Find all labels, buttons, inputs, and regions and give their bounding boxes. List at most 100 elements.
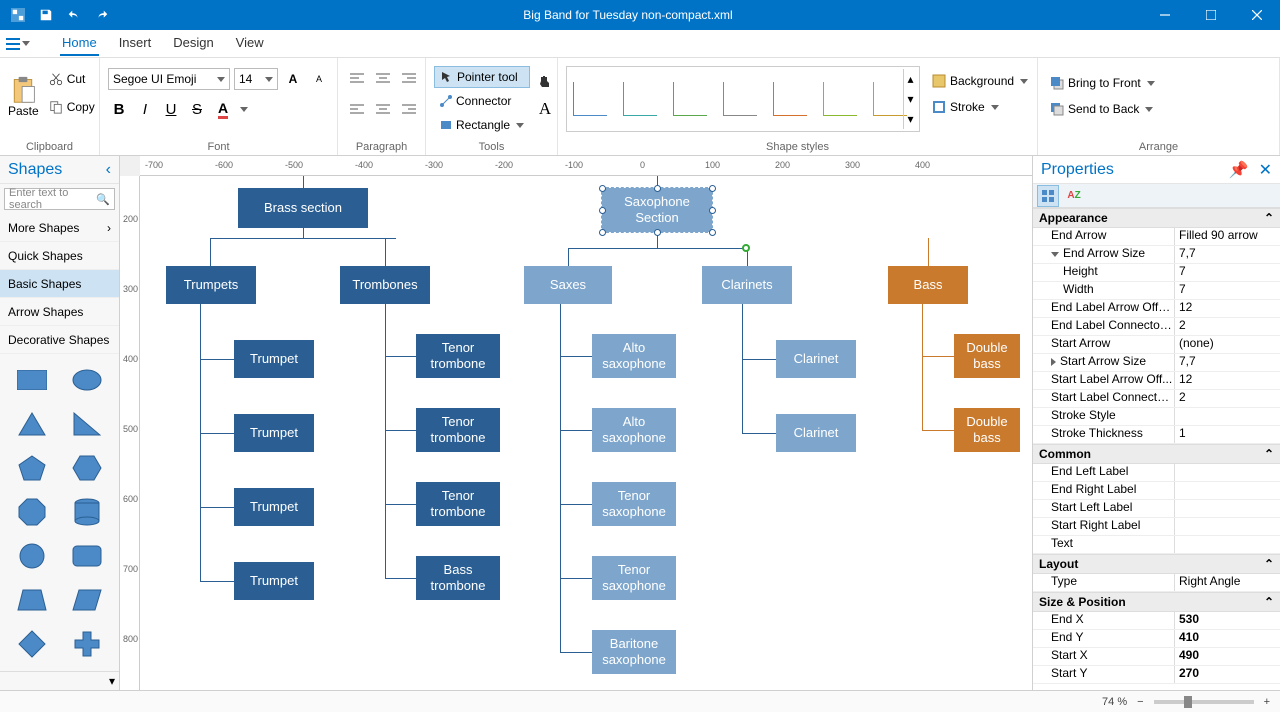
- property-row[interactable]: End X530: [1033, 612, 1280, 630]
- copy-button[interactable]: Copy: [45, 96, 99, 118]
- selection-handle[interactable]: [654, 229, 661, 236]
- canvas-area[interactable]: -700-600-500-400-300-200-100010020030040…: [120, 156, 1032, 690]
- diagram-node-tr1[interactable]: Trumpet: [234, 340, 314, 378]
- categorized-view-icon[interactable]: [1037, 185, 1059, 207]
- grow-font-icon[interactable]: A: [282, 68, 304, 90]
- gallery-more-icon[interactable]: ▾: [904, 109, 917, 129]
- close-button[interactable]: [1234, 0, 1280, 30]
- shapes-more-icon[interactable]: ▾: [0, 671, 119, 690]
- diagram-canvas[interactable]: Brass section Saxophone Section Trumpets Tr…: [140, 176, 1032, 690]
- minimize-button[interactable]: [1142, 0, 1188, 30]
- shape-category[interactable]: More Shapes›: [0, 214, 119, 242]
- shape-hexagon[interactable]: [66, 452, 110, 484]
- selection-handle[interactable]: [599, 185, 606, 192]
- align-top-center-icon[interactable]: [372, 68, 394, 90]
- shape-category[interactable]: Decorative Shapes: [0, 326, 119, 354]
- stroke-button[interactable]: Stroke: [928, 96, 1032, 118]
- selection-handle[interactable]: [654, 185, 661, 192]
- alphabetical-view-icon[interactable]: AZ: [1063, 185, 1085, 207]
- cut-button[interactable]: Cut: [45, 68, 99, 90]
- align-center-icon[interactable]: [372, 98, 394, 120]
- diagram-node-trombones[interactable]: Trombones: [340, 266, 430, 304]
- diagram-node-db2[interactable]: Double bass: [954, 408, 1020, 452]
- gallery-up-icon[interactable]: ▴: [904, 69, 917, 89]
- diagram-node-tb2[interactable]: Tenor trombone: [416, 408, 500, 452]
- shape-rectangle[interactable]: [10, 364, 54, 396]
- selection-handle[interactable]: [709, 229, 716, 236]
- diagram-node-cl1[interactable]: Clarinet: [776, 340, 856, 378]
- shape-pentagon[interactable]: [10, 452, 54, 484]
- font-size-select[interactable]: 14: [234, 68, 278, 90]
- collapse-shapes-icon[interactable]: ‹: [106, 161, 111, 179]
- property-row[interactable]: End ArrowFilled 90 arrow: [1033, 228, 1280, 246]
- diagram-node-bs1[interactable]: Baritone saxophone: [592, 630, 676, 674]
- selection-handle[interactable]: [599, 207, 606, 214]
- text-tool-icon[interactable]: A: [534, 98, 556, 120]
- file-menu-icon[interactable]: [6, 37, 30, 51]
- diagram-node-clarinets[interactable]: Clarinets: [702, 266, 792, 304]
- pin-icon[interactable]: 📌: [1229, 162, 1249, 179]
- align-left-icon[interactable]: [346, 98, 368, 120]
- property-row[interactable]: TypeRight Angle: [1033, 574, 1280, 592]
- shrink-font-icon[interactable]: A: [308, 68, 330, 90]
- property-section-header[interactable]: Common⌃: [1033, 444, 1280, 464]
- selection-handle[interactable]: [709, 185, 716, 192]
- save-icon[interactable]: [34, 3, 58, 27]
- shape-category[interactable]: Basic Shapes: [0, 270, 119, 298]
- diagram-node-db1[interactable]: Double bass: [954, 334, 1020, 378]
- selection-handle[interactable]: [599, 229, 606, 236]
- property-section-header[interactable]: Appearance⌃: [1033, 208, 1280, 228]
- property-row[interactable]: Start Label Connector ...2: [1033, 390, 1280, 408]
- shape-parallelogram[interactable]: [66, 584, 110, 616]
- property-row[interactable]: Start Arrow(none): [1033, 336, 1280, 354]
- diagram-node-as2[interactable]: Alto saxophone: [592, 408, 676, 452]
- diagram-node-tr4[interactable]: Trumpet: [234, 562, 314, 600]
- diagram-node-ts2[interactable]: Tenor saxophone: [592, 556, 676, 600]
- property-row[interactable]: Stroke Thickness1: [1033, 426, 1280, 444]
- property-row[interactable]: Start X490: [1033, 648, 1280, 666]
- diagram-node-trumpets[interactable]: Trumpets: [166, 266, 256, 304]
- shape-circle[interactable]: [10, 540, 54, 572]
- bold-icon[interactable]: B: [108, 98, 130, 120]
- shape-trapezoid[interactable]: [10, 584, 54, 616]
- send-to-back-button[interactable]: Send to Back: [1046, 98, 1159, 120]
- diagram-node-sax-section[interactable]: Saxophone Section: [602, 188, 712, 232]
- diagram-node-tb1[interactable]: Tenor trombone: [416, 334, 500, 378]
- menu-tab-home[interactable]: Home: [60, 31, 99, 56]
- zoom-slider[interactable]: [1154, 700, 1254, 704]
- paste-button[interactable]: Paste: [8, 62, 39, 132]
- property-row[interactable]: Stroke Style: [1033, 408, 1280, 426]
- property-row[interactable]: End Label Arrow Offset12: [1033, 300, 1280, 318]
- zoom-out-icon[interactable]: −: [1137, 696, 1143, 708]
- property-row[interactable]: Text: [1033, 536, 1280, 554]
- property-row[interactable]: End Arrow Size7,7: [1033, 246, 1280, 264]
- close-panel-icon[interactable]: ✕: [1259, 162, 1272, 179]
- font-family-select[interactable]: Segoe UI Emoji: [108, 68, 230, 90]
- property-row[interactable]: End Right Label: [1033, 482, 1280, 500]
- shape-cylinder[interactable]: [66, 496, 110, 528]
- pan-tool-icon[interactable]: [534, 70, 556, 92]
- property-row[interactable]: Height7: [1033, 264, 1280, 282]
- selection-handle[interactable]: [709, 207, 716, 214]
- property-row[interactable]: Start Y270: [1033, 666, 1280, 684]
- diagram-node-tr2[interactable]: Trumpet: [234, 414, 314, 452]
- property-row[interactable]: Width7: [1033, 282, 1280, 300]
- property-row[interactable]: Start Arrow Size7,7: [1033, 354, 1280, 372]
- shape-octagon[interactable]: [10, 496, 54, 528]
- property-row[interactable]: End Label Connector ...2: [1033, 318, 1280, 336]
- diagram-node-tr3[interactable]: Trumpet: [234, 488, 314, 526]
- menu-tab-insert[interactable]: Insert: [117, 31, 154, 56]
- property-row[interactable]: Start Right Label: [1033, 518, 1280, 536]
- diagram-node-as1[interactable]: Alto saxophone: [592, 334, 676, 378]
- diagram-node-saxes[interactable]: Saxes: [524, 266, 612, 304]
- rectangle-tool-button[interactable]: Rectangle: [434, 114, 530, 136]
- italic-icon[interactable]: I: [134, 98, 156, 120]
- property-section-header[interactable]: Size & Position⌃: [1033, 592, 1280, 612]
- shape-category[interactable]: Quick Shapes: [0, 242, 119, 270]
- diagram-node-brass[interactable]: Brass section: [238, 188, 368, 228]
- align-right-icon[interactable]: [398, 98, 420, 120]
- connection-handle[interactable]: [742, 244, 750, 252]
- shape-diamond[interactable]: [10, 628, 54, 660]
- shape-category[interactable]: Arrow Shapes: [0, 298, 119, 326]
- diagram-node-cl2[interactable]: Clarinet: [776, 414, 856, 452]
